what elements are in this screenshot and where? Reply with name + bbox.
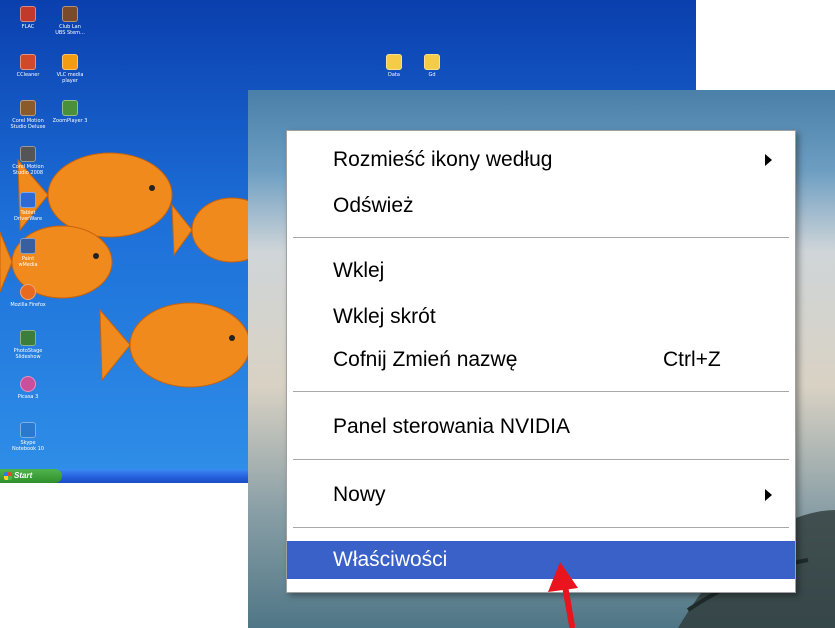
menu-separator <box>293 459 789 460</box>
folder-icon <box>386 54 402 70</box>
skype-icon <box>20 422 36 438</box>
menu-separator <box>293 527 789 528</box>
desktop-icon-corel-deluxe[interactable]: Corel Motion Studio Deluxe <box>6 100 50 130</box>
menu-separator <box>293 391 789 392</box>
photostage-icon <box>20 330 36 346</box>
menu-item-paste-shortcut[interactable]: Wklej skrót <box>287 298 795 336</box>
firefox-icon <box>20 284 36 300</box>
menu-item-label: Właściwości <box>333 548 448 571</box>
windows-logo-icon <box>4 472 12 480</box>
desktop-icon-skype[interactable]: Skype Notebook 10 <box>6 422 50 452</box>
start-label: Start <box>14 471 33 480</box>
start-button[interactable]: Start <box>0 469 62 483</box>
folder-icon <box>424 54 440 70</box>
menu-item-label: Wklej <box>333 259 385 282</box>
vlc-icon <box>62 54 78 70</box>
menu-item-label: Cofnij Zmień nazwę <box>333 348 518 371</box>
desktop-folder-gd[interactable]: Gd <box>410 54 454 78</box>
desktop-icon-paint[interactable]: Paint wMedia <box>6 238 50 268</box>
menu-item-arrange-icons[interactable]: Rozmieść ikony według <box>287 141 795 179</box>
menu-item-label: Wklej skrót <box>333 305 436 328</box>
menu-item-undo-rename[interactable]: Cofnij Zmień nazwę Ctrl+Z <box>287 341 795 379</box>
desktop-icon-corel-2008[interactable]: Corel Motion Studio 2008 <box>6 146 50 176</box>
corel-icon <box>20 146 36 162</box>
picasa-icon <box>20 376 36 392</box>
annotation-arrow <box>548 562 578 628</box>
desktop-icon-tablet[interactable]: Tablet DriverWare <box>6 192 50 222</box>
corel-icon <box>20 100 36 116</box>
flac-icon <box>20 6 36 22</box>
ccleaner-icon <box>20 54 36 70</box>
desktop-icon-ccleaner[interactable]: CCleaner <box>6 54 50 78</box>
menu-item-refresh[interactable]: Odśwież <box>287 187 795 225</box>
menu-item-new[interactable]: Nowy <box>287 476 795 514</box>
app-icon <box>62 6 78 22</box>
menu-item-label: Nowy <box>333 483 386 506</box>
menu-item-paste[interactable]: Wklej <box>287 252 795 290</box>
tablet-icon <box>20 192 36 208</box>
paint-icon <box>20 238 36 254</box>
desktop-icon-vlc[interactable]: VLC media player <box>48 54 92 84</box>
menu-item-nvidia-panel[interactable]: Panel sterowania NVIDIA <box>287 408 795 446</box>
menu-separator <box>293 237 789 238</box>
desktop-icon-club-lan[interactable]: Club Lan UBS Stem... <box>48 6 92 36</box>
submenu-arrow-icon <box>765 154 772 166</box>
menu-item-label: Odśwież <box>333 194 414 217</box>
desktop-icon-zoomplayer[interactable]: ZoomPlayer 3 <box>48 100 92 124</box>
desktop-icon-flac[interactable]: FLAC <box>6 6 50 30</box>
zoomplayer-icon <box>62 100 78 116</box>
menu-item-shortcut: Ctrl+Z <box>663 348 721 371</box>
desktop-icon-picasa[interactable]: Picasa 3 <box>6 376 50 400</box>
submenu-arrow-icon <box>765 489 772 501</box>
menu-item-label: Rozmieść ikony według <box>333 148 553 171</box>
menu-item-label: Panel sterowania NVIDIA <box>333 415 570 438</box>
context-menu: Rozmieść ikony według Odśwież Wklej Wkle… <box>286 130 796 593</box>
desktop-icon-firefox[interactable]: Mozilla Firefox <box>6 284 50 308</box>
desktop-icon-photostage[interactable]: PhotoStage Slideshow <box>6 330 50 360</box>
